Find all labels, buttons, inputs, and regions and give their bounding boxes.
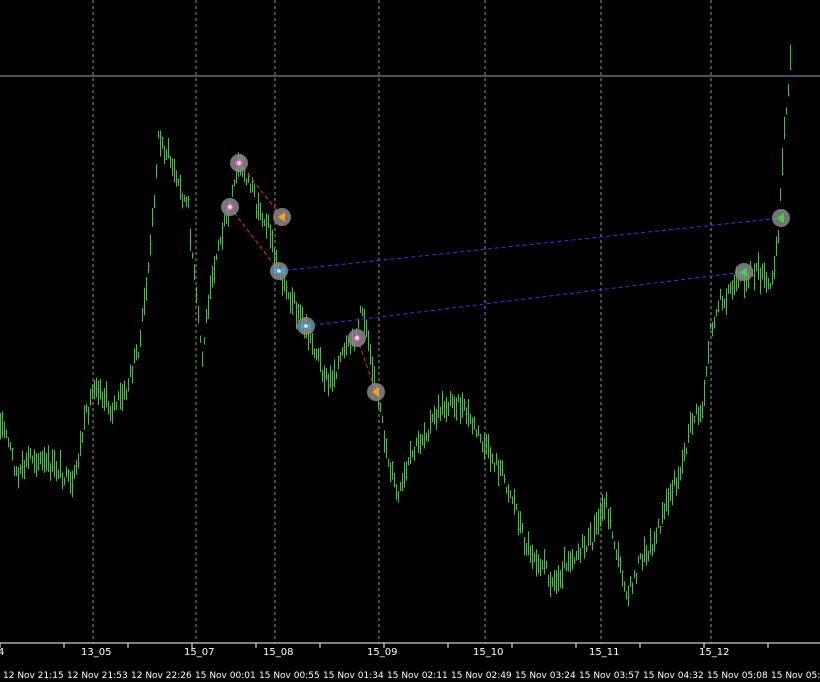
time-axis-label: 12 Nov 21:15 (3, 671, 64, 681)
deal-connector-line (229, 206, 280, 272)
price-bars (0, 44, 792, 606)
price-chart[interactable]: 4 13_05 15_07 15_08 15_09 15_10 15_11 15_12 12… (0, 0, 820, 682)
green-triangle-icon[interactable] (772, 209, 790, 227)
time-axis-label: 15 Nov 04:32 (643, 671, 704, 681)
period-separator-label: 13_05 (81, 647, 111, 658)
orange-triangle-icon[interactable] (273, 208, 291, 226)
period-separator-labels: 4 13_05 15_07 15_08 15_09 15_10 15_11 15_12 (0, 647, 729, 658)
period-separator-label: 15_11 (589, 647, 619, 658)
deal-lines (229, 162, 782, 393)
left-edge-label: 4 (0, 647, 4, 658)
blue-cross-arrow-icon[interactable] (270, 262, 288, 280)
orange-triangle-icon[interactable] (367, 383, 385, 401)
pink-diamond-arrow-icon[interactable] (230, 154, 248, 172)
time-axis-label: 15 Nov 00:01 (195, 671, 256, 681)
period-separator-label: 15_12 (699, 647, 729, 658)
time-axis-label: 15 Nov 00:55 (259, 671, 320, 681)
deal-connector-line (278, 217, 782, 272)
trade-markers[interactable] (221, 154, 790, 401)
time-axis-label: 15 Nov 02:49 (451, 671, 512, 681)
period-separator-label: 15_09 (367, 647, 397, 658)
time-axis-label: 12 Nov 22:26 (131, 671, 192, 681)
price-chart-window[interactable]: 4 13_05 15_07 15_08 15_09 15_10 15_11 15_12 12… (0, 0, 820, 682)
time-axis-label: 15 Nov 05:4 (771, 671, 820, 681)
period-separator-label: 15_10 (473, 647, 503, 658)
green-triangle-icon[interactable] (735, 263, 753, 281)
pink-diamond-arrow-icon[interactable] (221, 198, 239, 216)
blue-cross-arrow-icon[interactable] (297, 317, 315, 335)
pink-diamond-arrow-icon[interactable] (348, 329, 366, 347)
time-axis-labels: 12 Nov 21:15 12 Nov 21:53 12 Nov 22:26 15 N… (0, 643, 820, 681)
time-axis-label: 12 Nov 21:53 (67, 671, 128, 681)
time-axis-label: 15 Nov 01:34 (323, 671, 384, 681)
time-axis-label: 15 Nov 05:08 (707, 671, 768, 681)
time-axis-label: 15 Nov 02:11 (387, 671, 448, 681)
period-separator-label: 15_08 (263, 647, 293, 658)
period-separator-label: 15_07 (184, 647, 214, 658)
time-axis-label: 15 Nov 03:57 (579, 671, 640, 681)
time-axis-label: 15 Nov 03:24 (515, 671, 576, 681)
deal-connector-line (305, 271, 745, 327)
